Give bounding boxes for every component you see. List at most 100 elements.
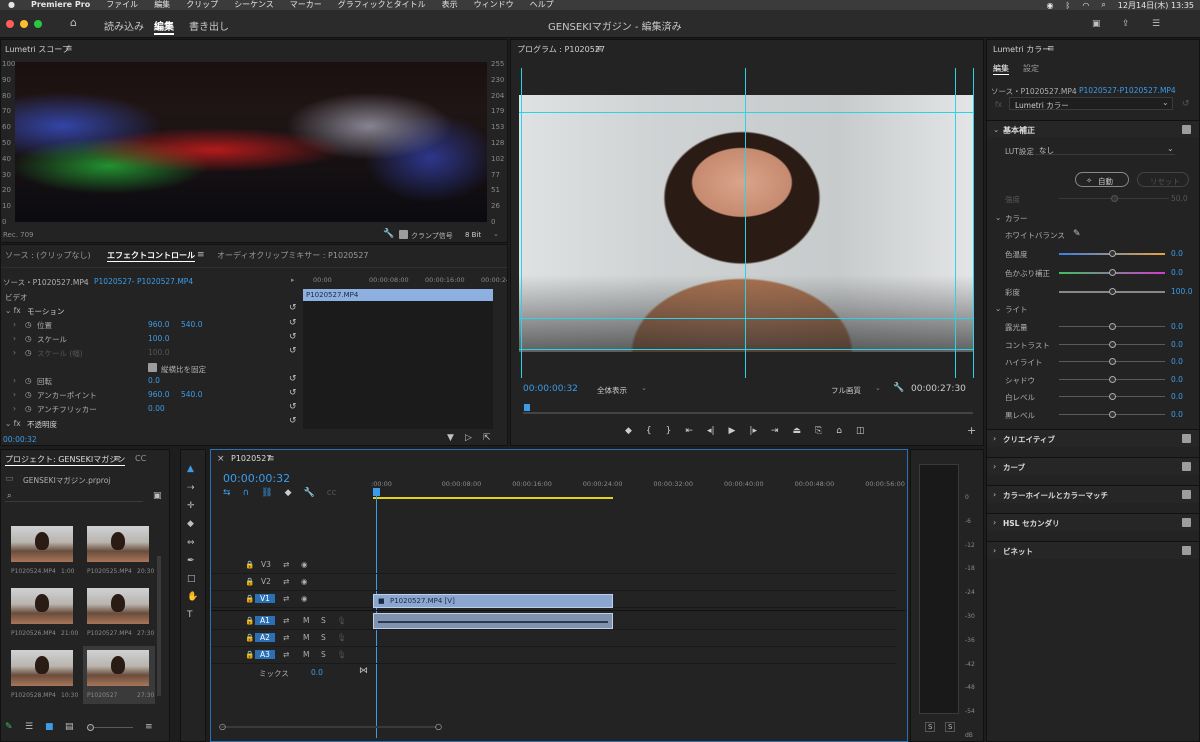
compare-icon[interactable]: ◫ bbox=[856, 426, 865, 438]
chevron-down-icon[interactable]: ⌄ bbox=[493, 230, 499, 238]
lumetri-section-checkbox[interactable] bbox=[1182, 490, 1191, 499]
panel-menu-icon[interactable]: ≡ bbox=[595, 44, 603, 54]
clip-thumbnail[interactable] bbox=[87, 650, 149, 686]
scroll-start-handle[interactable]: ○ bbox=[219, 722, 226, 732]
aspect-lock-checkbox[interactable] bbox=[148, 363, 157, 372]
effect-param-value-1[interactable]: 100.0 bbox=[148, 334, 169, 343]
audio-track-label[interactable]: A1 bbox=[255, 616, 275, 625]
bit-depth-select[interactable]: 8 Bit bbox=[465, 231, 481, 239]
tab-export[interactable]: 書き出し bbox=[189, 18, 229, 33]
expand-chevron-icon[interactable]: › bbox=[13, 320, 16, 329]
lumetri-section-checkbox[interactable] bbox=[1182, 518, 1191, 527]
lumetri-section-checkbox[interactable] bbox=[1182, 546, 1191, 555]
menu-app[interactable]: Premiere Pro bbox=[23, 0, 98, 10]
light-slider-knob[interactable] bbox=[1109, 375, 1116, 383]
solo-left-button[interactable]: S bbox=[925, 722, 936, 732]
color-slider-knob[interactable] bbox=[1109, 288, 1116, 295]
new-icon[interactable]: ▣ bbox=[1092, 19, 1101, 29]
home-icon[interactable]: ⌂ bbox=[70, 17, 77, 28]
color-slider-knob[interactable] bbox=[1109, 250, 1116, 257]
reset-button[interactable]: リセット bbox=[1137, 172, 1189, 187]
timeline-timecode[interactable]: 00:00:00:32 bbox=[223, 472, 290, 485]
playhead-handle[interactable] bbox=[373, 488, 380, 496]
apple-icon[interactable]: ● bbox=[0, 0, 23, 10]
sequence-clip-label[interactable]: P1020527- P1020527.MP4 bbox=[94, 277, 193, 286]
tab-import[interactable]: 読み込み bbox=[104, 18, 144, 33]
audio-clip[interactable] bbox=[373, 613, 613, 629]
light-slider-knob[interactable] bbox=[1109, 410, 1116, 418]
mix-toggle-icon[interactable]: ⋈ bbox=[359, 666, 368, 676]
intensity-value[interactable]: 50.0 bbox=[1171, 194, 1188, 203]
chevron-down-icon[interactable]: ⌄ bbox=[641, 384, 647, 392]
expand-chevron-icon[interactable]: › bbox=[13, 390, 16, 399]
wrench-icon[interactable]: 🔧 bbox=[383, 229, 394, 239]
menu-sequence[interactable]: シーケンス bbox=[226, 0, 282, 10]
reset-icon[interactable]: ↺ bbox=[289, 374, 297, 384]
reset-icon[interactable]: ↺ bbox=[289, 318, 297, 328]
reset-icon[interactable]: ↺ bbox=[289, 416, 297, 426]
sync-lock-icon[interactable]: ⇄ bbox=[283, 633, 289, 642]
nest-icon[interactable]: ⇆ bbox=[223, 488, 231, 498]
lock-icon[interactable]: 🔒 bbox=[245, 616, 254, 625]
lumetri-section-header[interactable]: › カーブ bbox=[987, 457, 1199, 475]
light-slider-value[interactable]: 0.0 bbox=[1171, 375, 1183, 384]
sort-icon[interactable]: ≡ bbox=[145, 722, 153, 732]
light-slider-knob[interactable] bbox=[1109, 393, 1116, 400]
close-window-button[interactable] bbox=[6, 20, 14, 28]
menu-edit[interactable]: 編集 bbox=[146, 0, 178, 10]
light-slider[interactable] bbox=[1059, 340, 1165, 348]
eyedropper-icon[interactable]: ✎ bbox=[1073, 229, 1081, 239]
lift-icon[interactable]: ⏏ bbox=[793, 426, 802, 438]
list-view-icon[interactable]: ☰ bbox=[25, 722, 33, 732]
effect-param-value-2[interactable]: 540.0 bbox=[181, 390, 202, 399]
tab-program[interactable]: プログラム : P1020527 bbox=[517, 44, 605, 55]
mix-value[interactable]: 0.0 bbox=[311, 668, 323, 677]
effect-timecode[interactable]: 00:00:32 bbox=[3, 435, 37, 444]
lock-icon[interactable]: 🔒 bbox=[245, 650, 254, 659]
pen-tool-icon[interactable]: ✒ bbox=[187, 556, 195, 566]
search-icon[interactable]: ⌕ bbox=[1101, 0, 1105, 10]
panel-menu-icon[interactable]: ≡ bbox=[197, 250, 205, 260]
program-scrub-bar[interactable] bbox=[523, 412, 973, 414]
chevron-down-icon[interactable]: ⌄ bbox=[995, 304, 1001, 313]
add-marker-icon[interactable]: ◆ bbox=[285, 488, 292, 498]
light-slider-knob[interactable] bbox=[1109, 358, 1116, 365]
audio-track-label[interactable]: A2 bbox=[255, 633, 275, 642]
video-track-label[interactable]: V2 bbox=[261, 577, 271, 586]
effect-param-value-1[interactable]: 0.00 bbox=[148, 404, 165, 413]
light-slider-value[interactable]: 0.0 bbox=[1171, 392, 1183, 401]
expand-chevron-icon[interactable]: › bbox=[13, 376, 16, 385]
reset-icon[interactable]: ↺ bbox=[289, 388, 297, 398]
panel-menu-icon[interactable]: ≡ bbox=[65, 44, 73, 54]
play-icon[interactable]: ▶ bbox=[729, 426, 736, 438]
tab-effect-controls[interactable]: エフェクトコントロール bbox=[107, 250, 195, 262]
menu-view[interactable]: 表示 bbox=[434, 0, 466, 10]
sync-lock-icon[interactable]: ⇄ bbox=[283, 650, 289, 659]
microphone-icon[interactable]: 🎙 bbox=[337, 633, 347, 642]
filter-icon[interactable]: ▼ bbox=[447, 433, 454, 443]
reset-icon[interactable]: ↺ bbox=[289, 346, 297, 356]
eye-icon[interactable]: ◉ bbox=[301, 560, 308, 569]
tab-lumetri-settings[interactable]: 設定 bbox=[1023, 63, 1039, 74]
solo-right-button[interactable]: S bbox=[945, 722, 956, 732]
light-slider[interactable] bbox=[1059, 410, 1165, 418]
lock-icon[interactable]: 🔒 bbox=[245, 577, 254, 586]
tab-cc[interactable]: CC bbox=[135, 454, 146, 463]
in-point-icon[interactable]: { bbox=[646, 426, 652, 438]
chevron-down-icon[interactable]: ⌄ bbox=[995, 213, 1001, 222]
menu-file[interactable]: ファイル bbox=[98, 0, 146, 10]
type-tool-icon[interactable]: T bbox=[187, 610, 193, 620]
tab-audio-clip-mixer[interactable]: オーディオクリップミキサー : P1020527 bbox=[217, 250, 369, 261]
color-slider[interactable] bbox=[1059, 269, 1165, 276]
wifi-icon[interactable]: ◠ bbox=[1082, 1, 1089, 10]
razor-tool-icon[interactable]: ◆ bbox=[187, 519, 194, 529]
step-forward-icon[interactable]: |▸ bbox=[749, 426, 757, 438]
effect-clip-bar[interactable]: P1020527.MP4 bbox=[303, 289, 493, 301]
menu-clip[interactable]: クリップ bbox=[178, 0, 226, 10]
effect-param-value-1[interactable]: 960.0 bbox=[148, 390, 169, 399]
program-timecode[interactable]: 00:00:00:32 bbox=[523, 384, 578, 394]
sync-lock-icon[interactable]: ⇄ bbox=[283, 616, 289, 625]
menu-marker[interactable]: マーカー bbox=[282, 0, 330, 10]
icon-view-icon[interactable]: ■ bbox=[45, 722, 54, 732]
stopwatch-icon[interactable]: ◷ bbox=[25, 390, 32, 399]
